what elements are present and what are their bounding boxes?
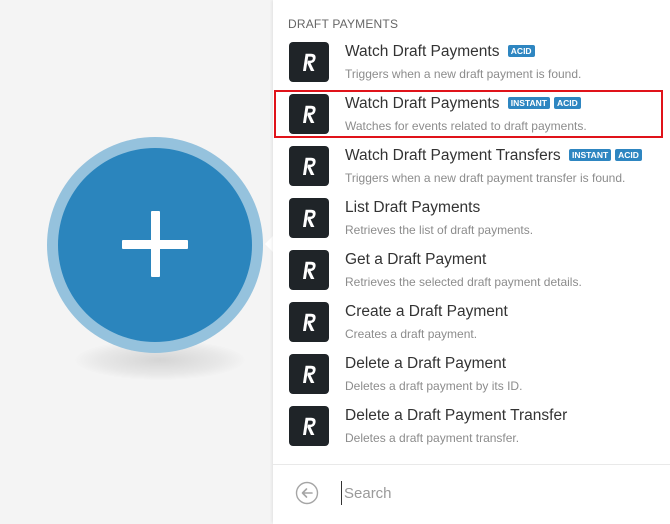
- module-title: Watch Draft Payment Transfers: [345, 147, 561, 164]
- module-title: List Draft Payments: [345, 199, 481, 216]
- module-description: Creates a draft payment.: [345, 327, 478, 341]
- revolut-r-icon: [289, 250, 329, 290]
- scenario-canvas: [0, 0, 273, 523]
- module-title-row: Watch Draft Payment Transfers INSTANT ACI…: [345, 147, 642, 165]
- module-title: Create a Draft Payment: [345, 303, 508, 320]
- module-title: Delete a Draft Payment: [345, 355, 507, 372]
- module-item[interactable]: Get a Draft Payment Retrieves the select…: [273, 246, 670, 298]
- back-arrow-icon[interactable]: [295, 481, 319, 505]
- module-title: Get a Draft Payment: [345, 251, 487, 268]
- module-title-row: Delete a Draft Payment Transfer: [345, 407, 567, 425]
- module-title-row: Delete a Draft Payment: [345, 355, 506, 373]
- search-bar: [273, 464, 670, 524]
- module-title: Delete a Draft Payment Transfer: [345, 407, 568, 424]
- module-item[interactable]: Watch Draft Payments INSTANT ACID Watches…: [273, 90, 670, 142]
- module-title-row: List Draft Payments: [345, 199, 480, 217]
- module-title-row: Watch Draft Payments ACID: [345, 43, 535, 61]
- revolut-r-icon: [289, 42, 329, 82]
- acid-badge: ACID: [554, 97, 581, 109]
- revolut-r-icon: [289, 94, 329, 134]
- revolut-r-icon: [289, 354, 329, 394]
- instant-badge: INSTANT: [568, 149, 612, 161]
- module-title: Watch Draft Payments: [345, 43, 500, 60]
- search-input[interactable]: [341, 481, 644, 505]
- module-item[interactable]: Delete a Draft Payment Deletes a draft p…: [273, 350, 670, 402]
- module-picker-panel: DRAFT PAYMENTS Watch Draft Payments ACID…: [273, 0, 670, 524]
- module-title: Watch Draft Payments: [345, 95, 500, 112]
- add-module-button[interactable]: [58, 148, 252, 342]
- section-header: DRAFT PAYMENTS: [288, 17, 399, 31]
- module-title-row: Get a Draft Payment: [345, 251, 486, 269]
- module-description: Retrieves the selected draft payment det…: [345, 275, 582, 289]
- revolut-r-icon: [289, 146, 329, 186]
- module-description: Retrieves the list of draft payments.: [345, 223, 534, 237]
- module-description: Deletes a draft payment by its ID.: [345, 379, 523, 393]
- module-description: Triggers when a new draft payment is fou…: [345, 67, 582, 81]
- module-list: Watch Draft Payments ACID Triggers when …: [273, 38, 670, 454]
- module-item[interactable]: List Draft Payments Retrieves the list o…: [273, 194, 670, 246]
- acid-badge: ACID: [507, 45, 535, 57]
- module-item[interactable]: Delete a Draft Payment Transfer Deletes …: [273, 402, 670, 454]
- module-title-row: Watch Draft Payments INSTANT ACID: [345, 95, 581, 113]
- revolut-r-icon: [289, 302, 329, 342]
- module-item[interactable]: Watch Draft Payment Transfers INSTANT ACI…: [273, 142, 670, 194]
- acid-badge: ACID: [615, 149, 642, 161]
- module-description: Deletes a draft payment transfer.: [345, 431, 520, 445]
- module-description: Watches for events related to draft paym…: [345, 119, 587, 133]
- module-item[interactable]: Create a Draft Payment Creates a draft p…: [273, 298, 670, 350]
- revolut-r-icon: [289, 406, 329, 446]
- module-description: Triggers when a new draft payment transf…: [345, 171, 626, 185]
- revolut-r-icon: [289, 198, 329, 238]
- panel-pointer: [265, 236, 273, 252]
- instant-badge: INSTANT: [507, 97, 550, 109]
- module-title-row: Create a Draft Payment: [345, 303, 508, 321]
- module-item[interactable]: Watch Draft Payments ACID Triggers when …: [273, 38, 670, 90]
